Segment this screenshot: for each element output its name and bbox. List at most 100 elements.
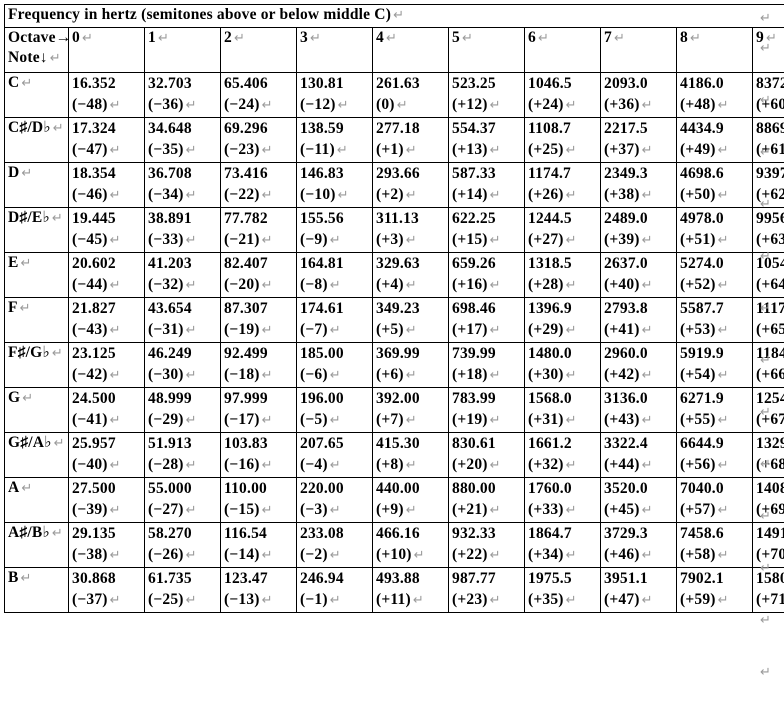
- header-octave-label: 2: [224, 29, 232, 46]
- header-octave-6: 6↵: [525, 28, 601, 73]
- semitone-offset-value: (+7): [376, 411, 404, 428]
- pilcrow-mark: ↵: [640, 233, 653, 248]
- semitone-offset-value: (+10): [376, 546, 412, 563]
- frequency-value: 1864.7: [528, 523, 600, 544]
- document-page: Frequency in hertz (semitones above or b…: [0, 0, 784, 647]
- pilcrow-mark: ↵: [50, 346, 63, 361]
- semitone-offset-line: (+47)↵: [604, 589, 676, 611]
- note-name-label: B: [8, 569, 19, 586]
- semitone-offset-line: (+19)↵: [452, 409, 524, 431]
- frequency-cell: 2217.5(+37)↵: [601, 118, 677, 163]
- pilcrow-mark: ↵: [488, 593, 501, 608]
- semitone-offset-value: (+4): [376, 276, 404, 293]
- semitone-offset-value: (+59): [680, 591, 716, 608]
- semitone-offset-line: (−47)↵: [72, 139, 144, 161]
- header-octave-label: 4: [376, 29, 384, 46]
- frequency-cell: 233.08(−2)↵: [297, 523, 373, 568]
- frequency-cell: 987.77(+23)↵: [449, 568, 525, 613]
- semitone-offset-line: (+4)↵: [376, 274, 448, 296]
- frequency-value: 77.782: [224, 208, 296, 229]
- semitone-offset-line: (+51)↵: [680, 229, 752, 251]
- pilcrow-mark: ↵: [184, 548, 197, 563]
- semitone-offset-value: (+5): [376, 321, 404, 338]
- pilcrow-mark: ↵: [184, 458, 197, 473]
- frequency-cell: 739.99(+18)↵: [449, 343, 525, 388]
- pilcrow-mark: ↵: [488, 278, 501, 293]
- note-name-label: C: [8, 74, 19, 91]
- pilcrow-mark: ↵: [336, 98, 349, 113]
- semitone-offset-line: (+32)↵: [528, 454, 600, 476]
- semitone-offset-value: (+8): [376, 456, 404, 473]
- semitone-offset-value: (+53): [680, 321, 716, 338]
- pilcrow-mark: ↵: [460, 31, 473, 46]
- frequency-value: 1318.5: [528, 253, 600, 274]
- frequency-cell: 48.999(−29)↵: [145, 388, 221, 433]
- semitone-offset-value: (−20): [224, 276, 260, 293]
- semitone-offset-value: (−10): [300, 186, 336, 203]
- frequency-value: 73.416: [224, 163, 296, 184]
- semitone-offset-value: (+46): [604, 546, 640, 563]
- semitone-offset-value: (+27): [528, 231, 564, 248]
- pilcrow-mark: ↵: [536, 31, 549, 46]
- frequency-value: 16.352: [72, 73, 144, 94]
- header-octave-label: 7: [604, 29, 612, 46]
- frequency-cell: 1480.0(+30)↵: [525, 343, 601, 388]
- pilcrow-mark: ↵: [412, 548, 425, 563]
- frequency-cell: 3729.3(+46)↵: [601, 523, 677, 568]
- frequency-value: 51.913: [148, 433, 220, 454]
- pilcrow-mark: ↵: [328, 503, 341, 518]
- frequency-value: 7040.0: [680, 478, 752, 499]
- pilcrow-mark: ↵: [308, 31, 321, 46]
- frequency-value: 3136.0: [604, 388, 676, 409]
- frequency-cell: 220.00(−3)↵: [297, 478, 373, 523]
- frequency-cell: 932.33(+22)↵: [449, 523, 525, 568]
- semitone-offset-line: (−28)↵: [148, 454, 220, 476]
- pilcrow-mark: ↵: [716, 278, 729, 293]
- pilcrow-mark: ↵: [50, 211, 63, 226]
- semitone-offset-value: (−21): [224, 231, 260, 248]
- semitone-offset-value: (−35): [148, 141, 184, 158]
- frequency-table: Frequency in hertz (semitones above or b…: [4, 4, 784, 613]
- frequency-value: 58.270: [148, 523, 220, 544]
- semitone-offset-value: (+33): [528, 501, 564, 518]
- frequency-value: 24.500: [72, 388, 144, 409]
- semitone-offset-value: (−14): [224, 546, 260, 563]
- pilcrow-mark: ↵: [260, 368, 273, 383]
- pilcrow-mark: ↵: [488, 188, 501, 203]
- semitone-offset-value: (−5): [300, 411, 328, 428]
- semitone-offset-line: (+20)↵: [452, 454, 524, 476]
- pilcrow-mark: ↵: [335, 143, 348, 158]
- frequency-value: 1396.9: [528, 298, 600, 319]
- header-octave-label: 8: [680, 29, 688, 46]
- pilcrow-mark: ↵: [760, 660, 782, 712]
- frequency-cell: 27.500(−39)↵: [69, 478, 145, 523]
- semitone-offset-line: (−43)↵: [72, 319, 144, 341]
- frequency-value: 349.23: [376, 298, 448, 319]
- header-octave-label: 0: [72, 29, 80, 46]
- frequency-cell: 7458.6(+58)↵: [677, 523, 753, 568]
- frequency-cell: 6271.9(+55)↵: [677, 388, 753, 433]
- semitone-offset-line: (+17)↵: [452, 319, 524, 341]
- semitone-offset-value: (−33): [148, 231, 184, 248]
- frequency-value: 92.499: [224, 343, 296, 364]
- note-name-label: D: [8, 164, 19, 181]
- semitone-offset-value: (+56): [680, 456, 716, 473]
- frequency-cell: 103.83(−16)↵: [221, 433, 297, 478]
- pilcrow-mark: ↵: [184, 98, 197, 113]
- pilcrow-mark: ↵: [640, 368, 653, 383]
- frequency-value: 46.249: [148, 343, 220, 364]
- pilcrow-mark: ↵: [404, 458, 417, 473]
- semitone-offset-value: (+57): [680, 501, 716, 518]
- frequency-cell: 18.354(−46)↵: [69, 163, 145, 208]
- frequency-value: 18.354: [72, 163, 144, 184]
- pilcrow-mark: ↵: [716, 368, 729, 383]
- semitone-offset-line: (−35)↵: [148, 139, 220, 161]
- semitone-offset-value: (+1): [376, 141, 404, 158]
- semitone-offset-value: (+52): [680, 276, 716, 293]
- semitone-offset-value: (−4): [300, 456, 328, 473]
- semitone-offset-value: (−36): [148, 96, 184, 113]
- semitone-offset-line: (−42)↵: [72, 364, 144, 386]
- semitone-offset-value: (+47): [604, 591, 640, 608]
- pilcrow-mark: ↵: [488, 323, 501, 338]
- frequency-value: 3951.1: [604, 568, 676, 589]
